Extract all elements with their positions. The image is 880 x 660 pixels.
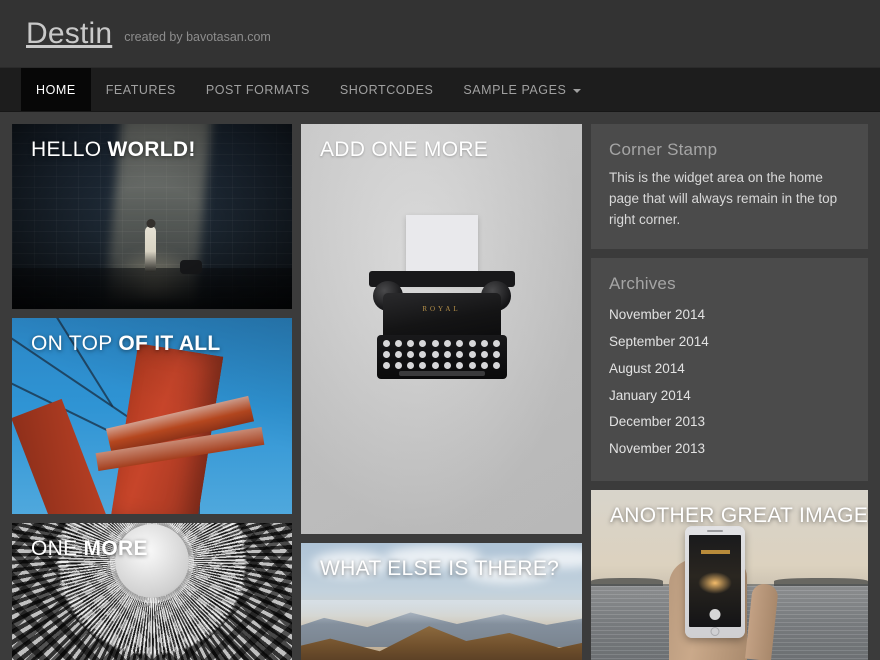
post-title-on-top[interactable]: ON TOP OF IT ALL	[31, 332, 278, 356]
nav-item-home-label: HOME	[36, 82, 76, 97]
archive-link-november-2014[interactable]: November 2014	[609, 302, 850, 329]
post-card-on-top[interactable]: ON TOP OF IT ALL	[12, 318, 292, 514]
nav-item-post-formats-label: POST FORMATS	[205, 82, 310, 97]
sidebar: Corner Stamp This is the widget area on …	[591, 124, 868, 660]
post-card-hello-world[interactable]: HELLO WORLD!	[12, 124, 292, 309]
nav-item-shortcodes-label: SHORTCODES	[339, 82, 434, 97]
chevron-down-icon	[573, 88, 582, 93]
archive-link-august-2014[interactable]: August 2014	[609, 356, 850, 383]
nav-item-sample-pages-label: SAMPLE PAGES	[463, 82, 567, 97]
widget-corner-stamp-text: This is the widget area on the home page…	[609, 170, 838, 227]
post-card-what-else[interactable]: WHAT ELSE IS THERE?	[301, 543, 582, 660]
post-title-one-more[interactable]: ONE MORE	[31, 537, 278, 561]
post-title-add-one-more[interactable]: ADD ONE MORE	[320, 138, 568, 162]
nav-item-home[interactable]: HOME	[21, 68, 91, 111]
archive-link-november-2013[interactable]: November 2013	[609, 436, 850, 463]
archive-link-september-2014[interactable]: September 2014	[609, 329, 850, 356]
post-title-one-more-bold: MORE	[83, 537, 148, 560]
post-title-what-else[interactable]: WHAT ELSE IS THERE?	[320, 557, 568, 581]
archives-list: November 2014 September 2014 August 2014…	[609, 302, 850, 464]
widget-corner-stamp: Corner Stamp This is the widget area on …	[591, 124, 868, 249]
post-title-on-top-light: ON TOP	[31, 332, 119, 355]
site-header: Destin created by bavotasan.com	[0, 0, 880, 68]
column-left: HELLO WORLD! ON TOP OF IT ALL ONE MORE	[12, 124, 292, 660]
site-description: created by bavotasan.com	[124, 29, 271, 44]
widget-archives-title: Archives	[609, 273, 676, 293]
list-item: August 2014	[609, 356, 850, 383]
column-middle: ROYAL ADD ONE MORE WHAT ELSE IS THERE?	[301, 124, 582, 660]
primary-navigation: HOME FEATURES POST FORMATS SHORTCODES SA…	[0, 68, 880, 112]
post-title-hello-world[interactable]: HELLO WORLD!	[31, 138, 278, 162]
widget-archives: Archives November 2014 September 2014 Au…	[591, 257, 868, 482]
post-title-hello-world-light: HELLO	[31, 138, 108, 161]
post-card-add-one-more[interactable]: ROYAL ADD ONE MORE	[301, 124, 582, 534]
post-title-another-great-image[interactable]: ANOTHER GREAT IMAGE	[610, 504, 868, 528]
archive-link-january-2014[interactable]: January 2014	[609, 383, 850, 410]
post-title-on-top-bold: OF IT ALL	[118, 332, 221, 355]
widget-corner-stamp-title: Corner Stamp	[609, 140, 718, 159]
content-grid: HELLO WORLD! ON TOP OF IT ALL ONE MORE R…	[0, 112, 880, 660]
list-item: September 2014	[609, 329, 850, 356]
nav-item-features[interactable]: FEATURES	[91, 68, 191, 111]
site-title[interactable]: Destin	[26, 18, 112, 49]
nav-item-sample-pages[interactable]: SAMPLE PAGES	[448, 68, 596, 111]
nav-item-features-label: FEATURES	[105, 82, 176, 97]
post-title-one-more-light: ONE	[31, 537, 84, 560]
post-image-typewriter: ROYAL	[301, 124, 582, 534]
list-item: November 2014	[609, 302, 850, 329]
nav-item-post-formats[interactable]: POST FORMATS	[191, 68, 325, 111]
list-item: November 2013	[609, 436, 850, 463]
archive-link-december-2013[interactable]: December 2013	[609, 409, 850, 436]
nav-item-shortcodes[interactable]: SHORTCODES	[325, 68, 448, 111]
list-item: December 2013	[609, 409, 850, 436]
post-card-another-great-image[interactable]: ANOTHER GREAT IMAGE	[591, 490, 868, 660]
post-card-one-more[interactable]: ONE MORE	[12, 523, 292, 660]
list-item: January 2014	[609, 383, 850, 410]
post-title-hello-world-bold: WORLD!	[107, 138, 196, 161]
